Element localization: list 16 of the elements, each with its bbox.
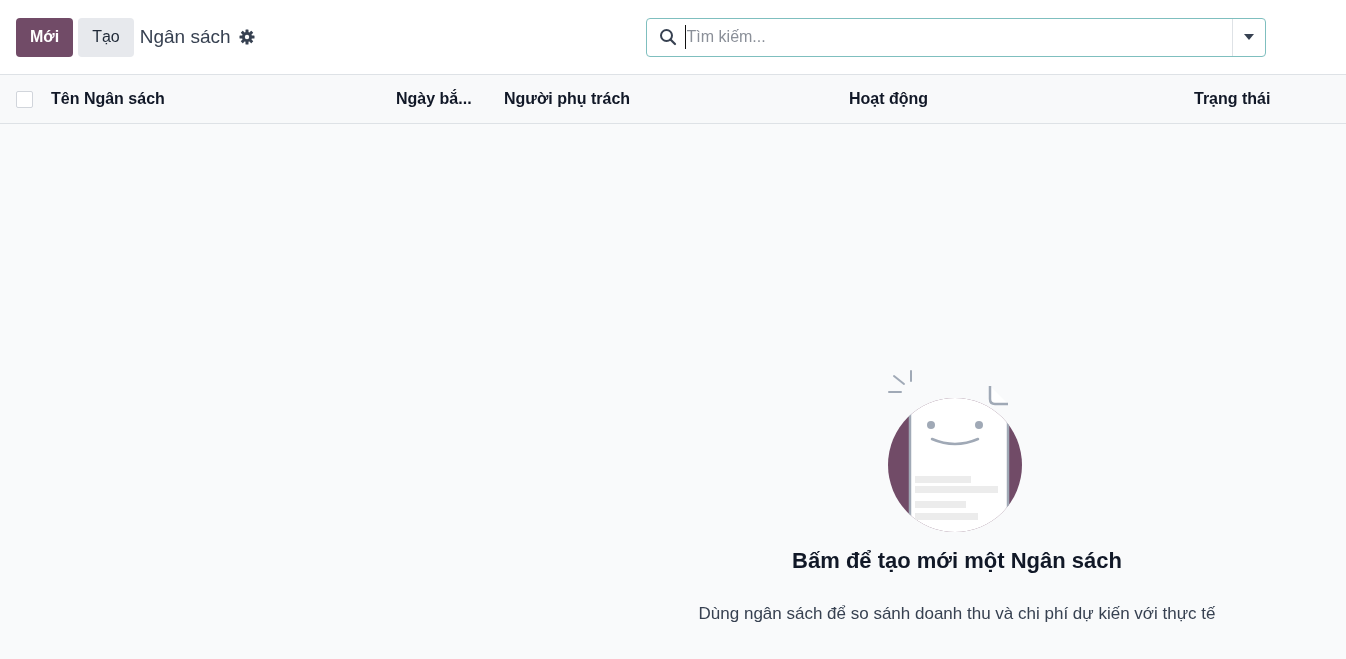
column-header[interactable]: Hoạt động [849, 90, 929, 107]
select-all-checkbox[interactable] [16, 90, 33, 108]
search-input[interactable]: Tìm kiếm... [684, 25, 1232, 49]
caret-icon[interactable] [1243, 34, 1254, 40]
create-button[interactable]: Tạo [78, 17, 134, 57]
search-field[interactable]: Tìm kiếm... [645, 17, 1266, 57]
settings-icon[interactable] [238, 29, 255, 45]
page-title: Ngân sách [139, 24, 231, 49]
column-header[interactable]: Tên Ngân sách [51, 90, 165, 107]
empty-state-title: Bấm để tạo mới một Ngân sách [792, 547, 1122, 575]
new-button[interactable]: Mới [16, 17, 74, 57]
column-header[interactable]: Ngày bắ... [396, 90, 472, 107]
column-header[interactable]: Người phụ trách [504, 90, 631, 107]
empty-state-description: Dùng ngân sách để so sánh doanh thu và chi phí dự kiến với thực tế [698, 603, 1216, 625]
column-header[interactable]: Trạng thái [1194, 90, 1271, 107]
search-icon [658, 28, 677, 46]
